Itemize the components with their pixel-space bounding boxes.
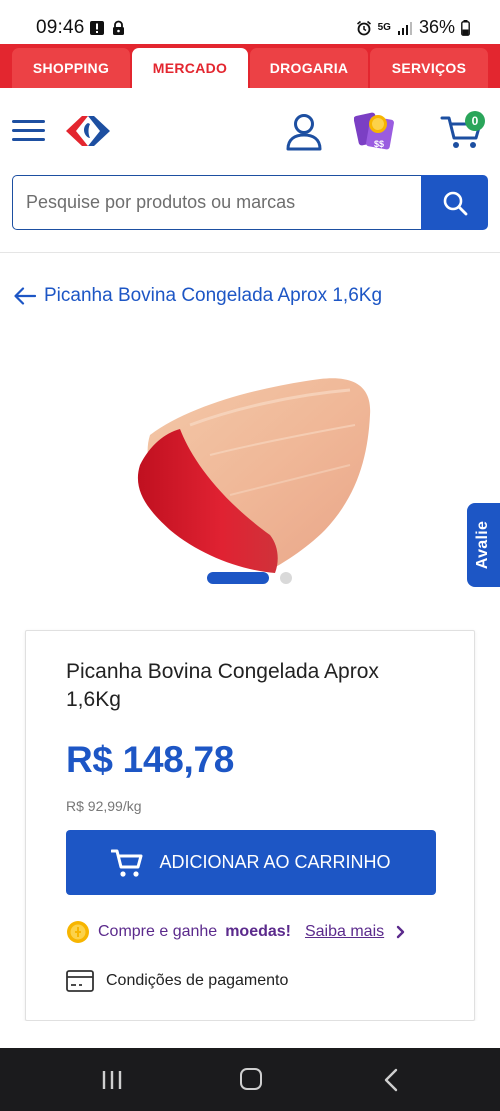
carousel-dot-active[interactable] [207, 572, 269, 584]
tab-servicos[interactable]: SERVIÇOS [370, 48, 488, 88]
lock-icon [113, 20, 124, 35]
section-tab-bar: SHOPPING MERCADO DROGARIA SERVIÇOS [0, 44, 500, 88]
coins-promo: Compre e ganhe moedas! Saiba mais [66, 920, 406, 944]
search-input[interactable] [12, 175, 422, 230]
tab-mercado[interactable]: MERCADO [132, 48, 248, 88]
product-price: R$ 148,78 [66, 739, 235, 780]
coins-bold: moedas! [225, 923, 291, 940]
app-header: $$ 0 [0, 88, 500, 174]
avalie-feedback-tab[interactable]: Avalie [467, 503, 500, 587]
search-button[interactable] [421, 175, 488, 230]
signal-icon [397, 21, 412, 35]
credit-card-icon [66, 970, 94, 992]
cart-count-badge: 0 [465, 111, 485, 131]
back-icon[interactable] [380, 1068, 404, 1092]
header-divider [0, 252, 500, 253]
avalie-label: Avalie [474, 520, 492, 570]
add-to-cart-button[interactable]: ADICIONAR AO CARRINHO [66, 830, 436, 895]
status-time: 09:46 [36, 17, 85, 38]
battery-percent: 36% [418, 17, 455, 37]
search-icon [443, 191, 467, 215]
network-type: 5G [377, 21, 391, 33]
payment-conditions[interactable]: Condições de pagamento [66, 970, 288, 992]
search-bar [12, 175, 488, 230]
system-navigation-bar [0, 1048, 500, 1111]
coin-icon [67, 921, 89, 943]
tab-drogaria[interactable]: DROGARIA [250, 48, 368, 88]
unit-price: R$ 92,99/kg [66, 798, 142, 814]
home-icon[interactable] [240, 1068, 262, 1090]
tab-shopping[interactable]: SHOPPING [12, 48, 130, 88]
product-info-card: Picanha Bovina Congelada Aprox 1,6Kg R$ … [25, 630, 475, 1021]
coins-rewards-icon[interactable]: $$ [354, 108, 396, 152]
recent-apps-icon[interactable] [100, 1070, 124, 1090]
cart-icon [111, 849, 143, 877]
image-carousel-dots [207, 572, 292, 584]
page-title: Picanha Bovina Congelada Aprox 1,6Kg [44, 285, 383, 306]
alert-icon [90, 21, 104, 35]
coins-text: Compre e ganhe [98, 923, 218, 940]
saiba-mais-link[interactable]: Saiba mais [305, 923, 384, 941]
user-account-icon[interactable] [284, 112, 324, 152]
carrefour-logo[interactable] [64, 114, 112, 148]
product-title: Picanha Bovina Congelada Aprox 1,6Kg [66, 660, 379, 711]
carousel-dot[interactable] [280, 572, 292, 584]
battery-icon [461, 19, 470, 36]
alarm-icon [356, 20, 371, 35]
svg-text:$$: $$ [374, 139, 384, 149]
back-navigation[interactable]: Picanha Bovina Congelada Aprox 1,6Kg [14, 285, 382, 307]
product-image[interactable] [120, 365, 380, 605]
payment-conditions-label: Condições de pagamento [106, 972, 289, 989]
status-notification-icons [90, 20, 125, 36]
add-to-cart-label: ADICIONAR AO CARRINHO [159, 852, 391, 872]
menu-icon[interactable] [12, 120, 45, 142]
arrow-left-icon[interactable] [14, 287, 36, 305]
status-bar: 09:46 5G 36% [0, 0, 500, 44]
status-right-icons: 5G 36% [356, 17, 470, 38]
page-bottom-space [0, 1021, 500, 1048]
chevron-right-icon[interactable] [396, 925, 406, 939]
